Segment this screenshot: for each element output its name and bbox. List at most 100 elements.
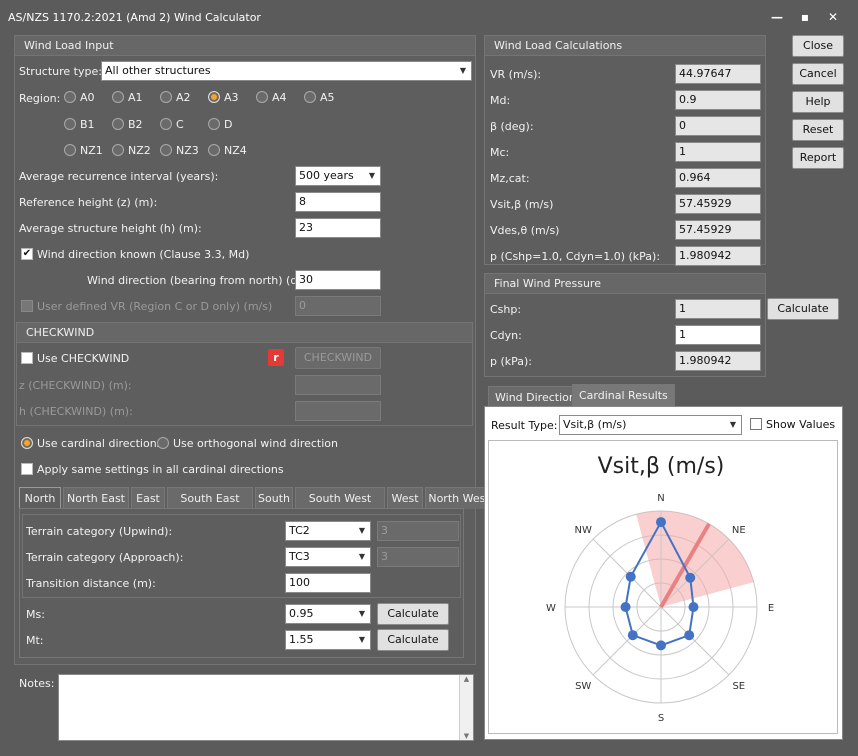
final-calculate-button[interactable]: Calculate	[767, 298, 839, 320]
result-type-select[interactable]: Vsit,β (m/s) ▼	[559, 415, 742, 435]
user-defined-vr-input[interactable]: 0	[295, 296, 381, 316]
tab-west[interactable]: West	[387, 487, 423, 509]
window-title: AS/NZS 1170.2:2021 (Amd 2) Wind Calculat…	[8, 11, 261, 24]
region-radio-nz2[interactable]	[112, 144, 124, 156]
transition-distance-input[interactable]: 100	[285, 573, 371, 593]
cshp-label: Cshp:	[490, 303, 522, 316]
ari-select[interactable]: 500 years ▼	[295, 166, 381, 186]
scroll-down-icon[interactable]: ▼	[460, 732, 473, 740]
tab-south-west[interactable]: South West	[295, 487, 385, 509]
notes-scrollbar[interactable]: ▲ ▼	[459, 675, 473, 740]
terrain-approach-select[interactable]: TC3 ▼	[285, 547, 371, 567]
checkwind-z-input[interactable]	[295, 375, 381, 395]
checkwind-button[interactable]: CHECKWIND	[295, 347, 381, 369]
region-radio-c[interactable]	[160, 118, 172, 130]
close-icon[interactable]: ✕	[822, 8, 844, 26]
cancel-button[interactable]: Cancel	[792, 63, 844, 85]
mt-select[interactable]: 1.55 ▼	[285, 630, 371, 650]
same-settings-checkbox[interactable]	[21, 463, 33, 475]
region-radio-nz3[interactable]	[160, 144, 172, 156]
ms-select[interactable]: 0.95 ▼	[285, 604, 371, 624]
terrain-approach-value: TC3	[289, 550, 310, 563]
tab-south[interactable]: South	[255, 487, 293, 509]
calc-value: 44.97647	[675, 64, 761, 84]
region-label-a1: A1	[128, 91, 143, 104]
calc-label: p (Cshp=1.0, Cdyn=1.0) (kPa):	[490, 250, 661, 263]
wind-direction-input[interactable]: 30	[295, 270, 381, 290]
result-type-value: Vsit,β (m/s)	[563, 418, 627, 431]
minimize-icon[interactable]: —	[766, 8, 788, 26]
region-radio-nz4[interactable]	[208, 144, 220, 156]
region-radio-d[interactable]	[208, 118, 220, 130]
checkwind-h-input[interactable]	[295, 401, 381, 421]
chevron-down-icon: ▼	[358, 635, 365, 644]
tab-north[interactable]: North	[19, 487, 61, 510]
close-button[interactable]: Close	[792, 35, 844, 57]
axis-label-nw: NW	[575, 525, 592, 536]
region-label-a0: A0	[80, 91, 95, 104]
region-label-a3: A3	[224, 91, 239, 104]
calc-label: Mc:	[490, 146, 510, 159]
checkwind-h-label: h (CHECKWIND) (m):	[19, 405, 133, 418]
axis-label-w: W	[546, 603, 556, 614]
final-wind-pressure-header: Final Wind Pressure	[485, 274, 765, 294]
region-radio-b2[interactable]	[112, 118, 124, 130]
reference-height-label: Reference height (z) (m):	[19, 196, 158, 209]
notes-textarea[interactable]	[58, 674, 474, 741]
region-radio-a5[interactable]	[304, 91, 316, 103]
tab-east[interactable]: East	[131, 487, 165, 509]
region-radio-nz1[interactable]	[64, 144, 76, 156]
cshp-input[interactable]: 1	[675, 299, 761, 319]
region-radio-a4[interactable]	[256, 91, 268, 103]
checkwind-z-label: z (CHECKWIND) (m):	[19, 379, 132, 392]
terrain-upwind-number[interactable]: 3	[377, 521, 459, 541]
wind-load-calculations-header: Wind Load Calculations	[485, 36, 765, 56]
checkwind-header: CHECKWIND	[17, 323, 472, 343]
ari-label: Average recurrence interval (years):	[19, 170, 219, 183]
ms-calculate-button[interactable]: Calculate	[377, 603, 449, 625]
chevron-down-icon: ▼	[358, 552, 365, 561]
region-radio-a1[interactable]	[112, 91, 124, 103]
scroll-up-icon[interactable]: ▲	[460, 675, 473, 683]
tab-wind-direction[interactable]: Wind Direction	[488, 386, 583, 407]
chevron-down-icon: ▼	[358, 526, 365, 535]
maximize-icon[interactable]: ▪	[794, 8, 816, 26]
help-button[interactable]: Help	[792, 91, 844, 113]
tab-cardinal-results[interactable]: Cardinal Results	[572, 384, 675, 407]
calc-label: Vdes,θ (m/s)	[490, 224, 560, 237]
user-defined-vr-checkbox[interactable]	[21, 300, 33, 312]
reset-button[interactable]: Reset	[792, 119, 844, 141]
region-label-b1: B1	[80, 118, 95, 131]
result-type-label: Result Type:	[491, 419, 558, 432]
show-values-checkbox[interactable]	[750, 418, 762, 430]
axis-label-s: S	[658, 713, 664, 724]
mt-label: Mt:	[26, 634, 44, 647]
axis-label-n: N	[657, 493, 664, 504]
region-label-a2: A2	[176, 91, 191, 104]
cardinal-directions-radio[interactable]	[21, 437, 33, 449]
cdyn-input[interactable]: 1	[675, 325, 761, 345]
terrain-upwind-value: TC2	[289, 524, 310, 537]
region-radio-a0[interactable]	[64, 91, 76, 103]
average-height-input[interactable]: 23	[295, 218, 381, 238]
tab-north-west[interactable]: North West	[425, 487, 493, 509]
terrain-approach-number[interactable]: 3	[377, 547, 459, 567]
wind-direction-known-checkbox[interactable]: ✔	[21, 248, 33, 260]
use-checkwind-checkbox[interactable]	[21, 352, 33, 364]
structure-type-select[interactable]: All other structures ▼	[101, 61, 472, 81]
orthogonal-direction-radio[interactable]	[157, 437, 169, 449]
terrain-upwind-select[interactable]: TC2 ▼	[285, 521, 371, 541]
report-button[interactable]: Report	[792, 147, 844, 169]
cardinal-directions-label: Use cardinal directions	[37, 437, 163, 450]
data-point-n	[656, 517, 666, 528]
region-radio-b1[interactable]	[64, 118, 76, 130]
mt-calculate-button[interactable]: Calculate	[377, 629, 449, 651]
pressure-output: 1.980942	[675, 351, 761, 371]
region-radio-a2[interactable]	[160, 91, 172, 103]
data-point-sw	[627, 630, 638, 641]
reference-height-input[interactable]: 8	[295, 192, 381, 212]
region-radio-a3[interactable]	[208, 91, 220, 103]
tab-south-east[interactable]: South East	[167, 487, 253, 509]
tab-north-east[interactable]: North East	[63, 487, 129, 509]
mt-value: 1.55	[289, 633, 314, 646]
